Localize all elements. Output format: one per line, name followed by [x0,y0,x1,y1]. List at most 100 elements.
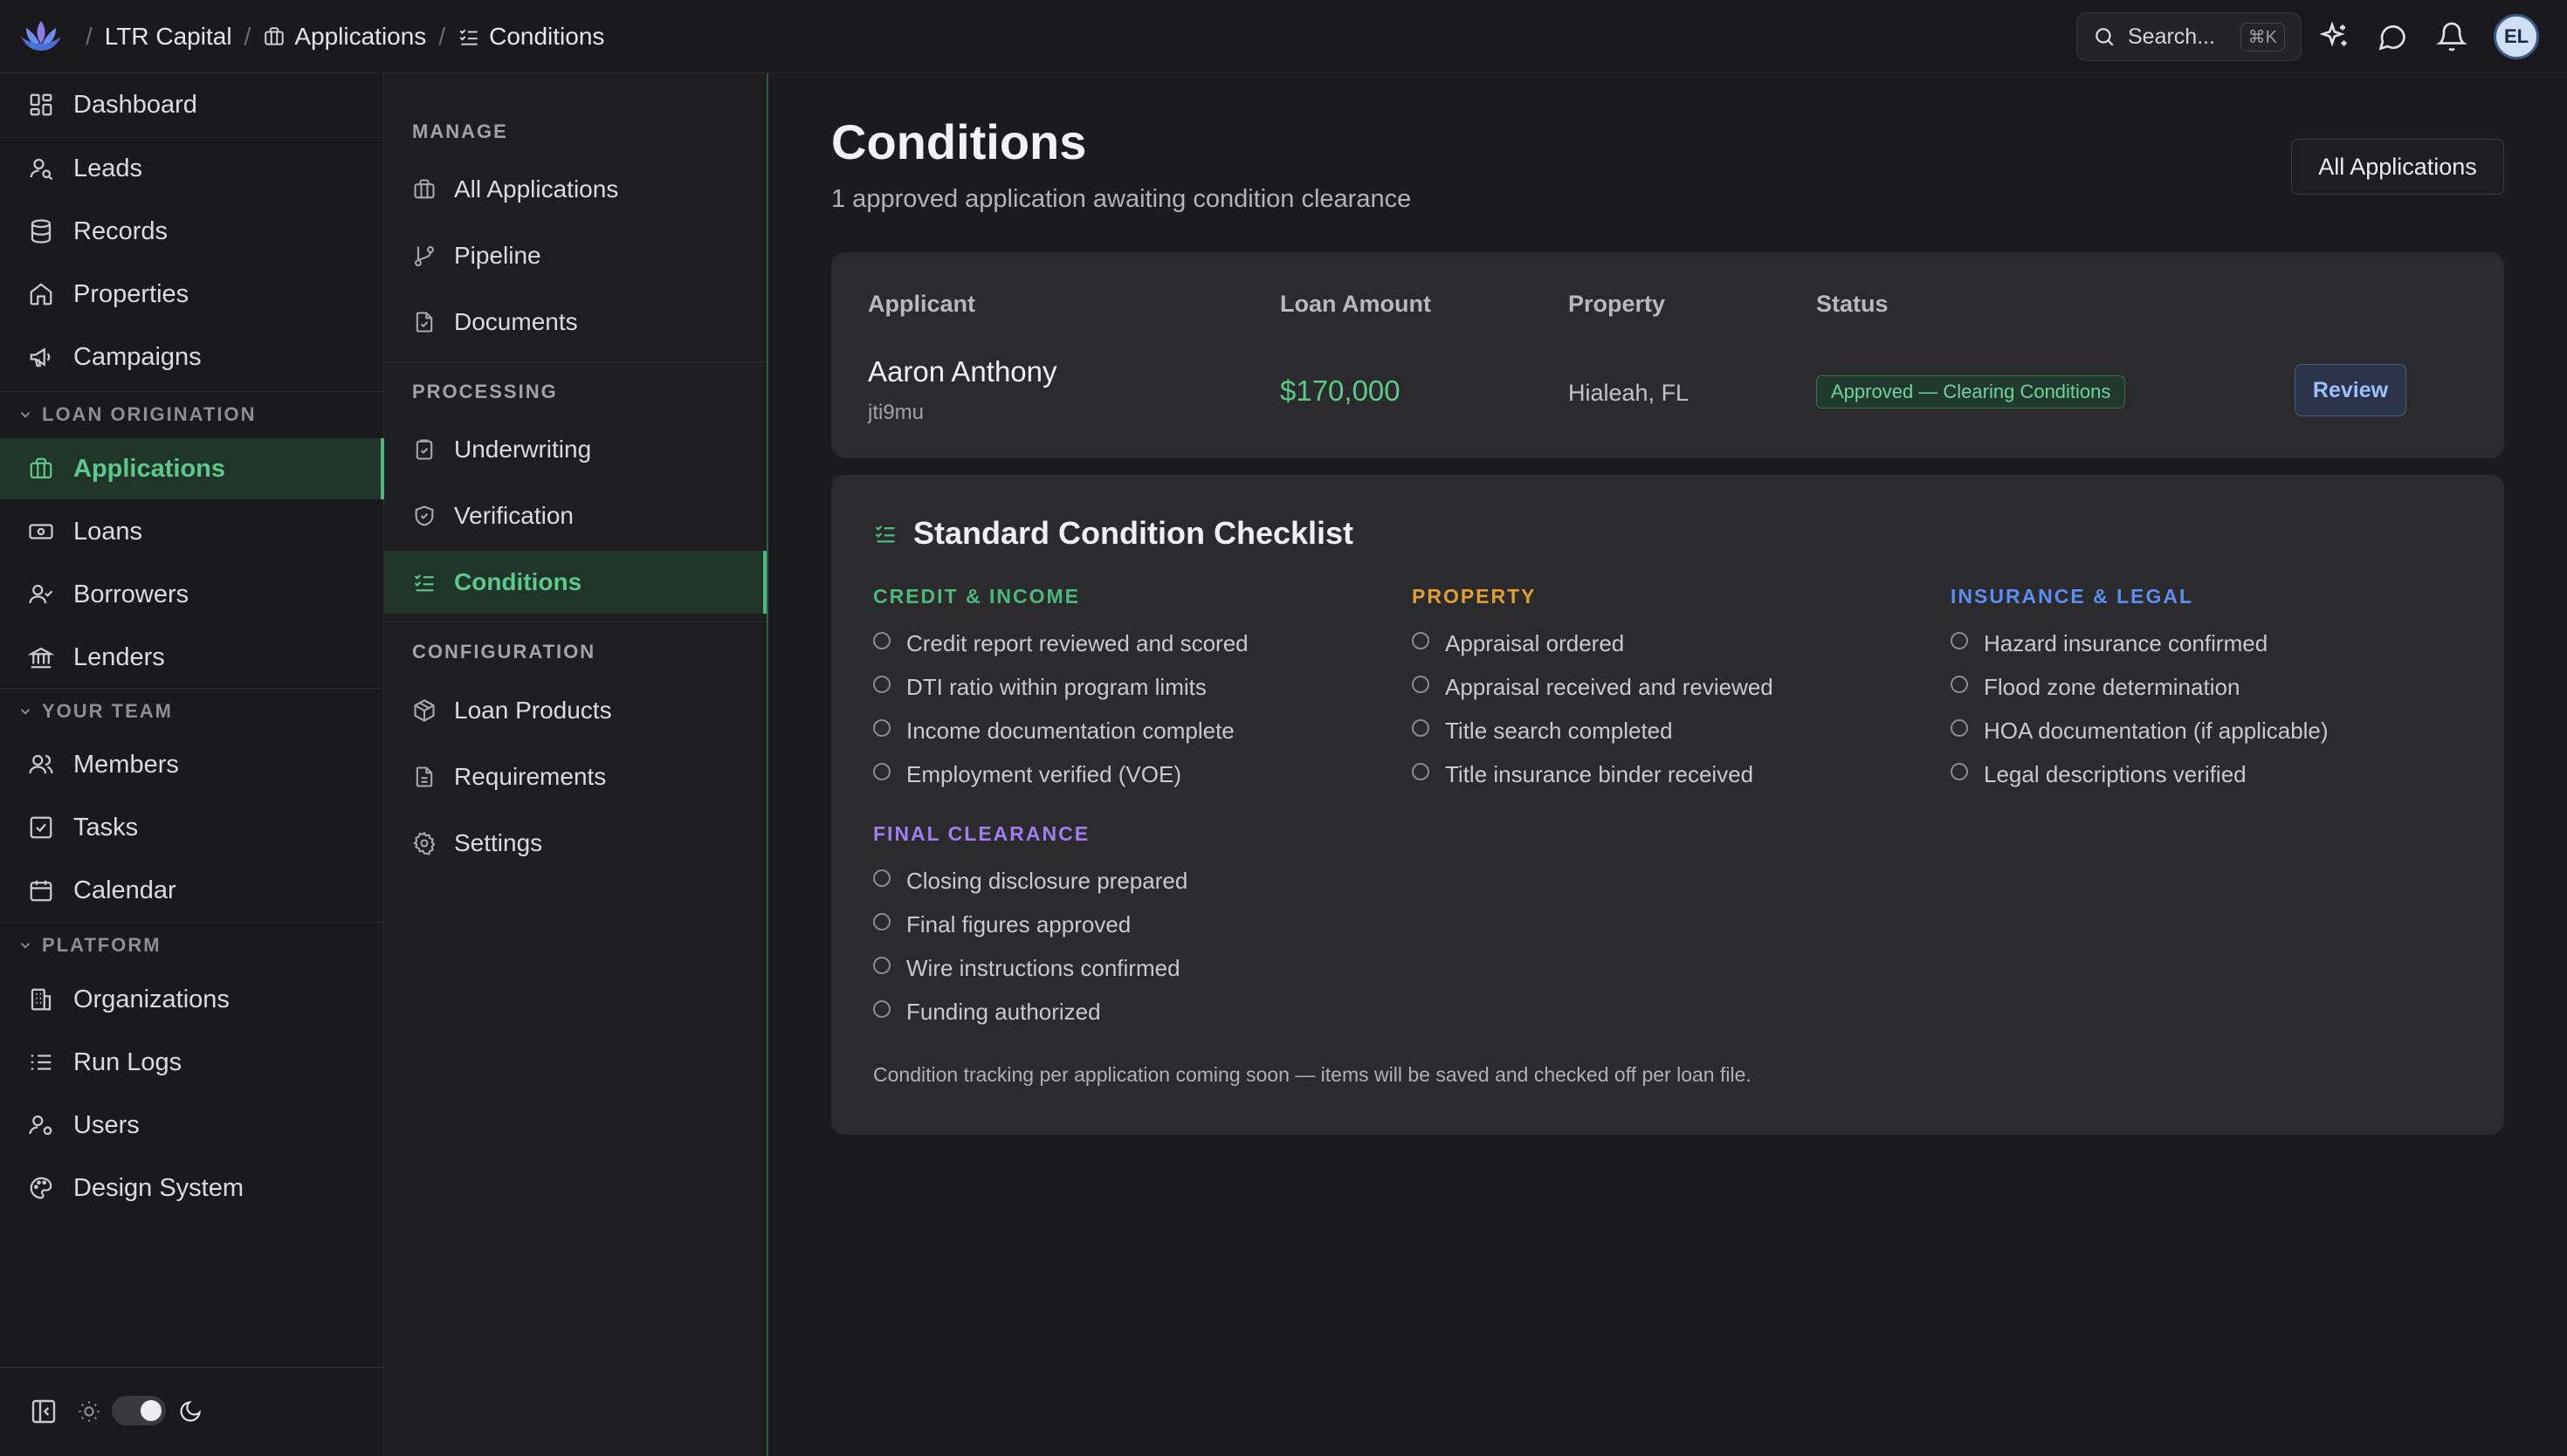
sidebar-section-your-team[interactable]: YOUR TEAM [0,688,384,733]
bank-icon [28,644,54,670]
lotus-logo-icon[interactable] [19,16,63,56]
subnav-item-requirements[interactable]: Requirements [384,745,767,808]
sidebar-item-users[interactable]: Users [0,1095,384,1156]
sidebar-item-label: Loans [73,517,143,546]
sidebar-item-label: Run Logs [73,1047,182,1076]
sidebar-item-calendar[interactable]: Calendar [0,860,384,921]
breadcrumb-org[interactable]: LTR Capital [105,23,232,51]
sidebar-item-properties[interactable]: Properties [0,264,384,325]
checklist-item[interactable]: Wire instructions confirmed [873,955,1180,982]
checklist-item[interactable]: Appraisal ordered [1412,630,1624,657]
radio-unchecked[interactable] [1951,762,1968,780]
sidebar-item-loans[interactable]: Loans [0,501,384,562]
radio-unchecked[interactable] [1951,631,1968,649]
building-icon [28,986,54,1013]
radio-unchecked[interactable] [873,718,891,737]
radio-unchecked[interactable] [873,869,891,887]
review-button[interactable]: Review [2295,364,2406,416]
subnav-item-documents[interactable]: Documents [384,291,767,354]
breadcrumb-applications-label: Applications [294,23,427,50]
sidebar-item-label: Lenders [73,642,165,671]
sidebar-item-members[interactable]: Members [0,734,384,795]
subnav-group-label: PROCESSING [412,381,558,402]
subnav-item-underwriting[interactable]: Underwriting [384,418,767,481]
sidebar-section-platform[interactable]: PLATFORM [0,922,384,967]
radio-unchecked[interactable] [873,762,891,780]
radio-unchecked[interactable] [873,999,891,1018]
radio-unchecked[interactable] [873,956,891,974]
user-avatar[interactable]: EL [2494,14,2539,59]
home-icon [28,281,54,307]
subnav-item-loan-products[interactable]: Loan Products [384,679,767,742]
subnav-item-label: Settings [454,829,543,856]
column-header-property: Property [1568,291,1666,317]
checklist-item[interactable]: Title search completed [1412,718,1673,745]
bell-icon[interactable] [2436,21,2467,52]
sidebar-item-dashboard[interactable]: Dashboard [0,74,384,135]
subnav-item-settings[interactable]: Settings [384,812,767,875]
radio-unchecked[interactable] [873,631,891,649]
subnav-item-pipeline[interactable]: Pipeline [384,224,767,287]
checklist-item[interactable]: Title insurance binder received [1412,761,1753,788]
checklist-item[interactable]: Flood zone determination [1951,674,2240,701]
sidebar-item-campaigns[interactable]: Campaigns [0,326,384,388]
radio-unchecked[interactable] [1412,675,1429,693]
logs-icon [28,1049,54,1075]
sidebar-item-borrowers[interactable]: Borrowers [0,564,384,625]
users-icon [28,752,54,778]
applicant-name[interactable]: Aaron Anthony [868,355,1057,388]
sidebar-item-organizations[interactable]: Organizations [0,969,384,1030]
checklist-item[interactable]: Final figures approved [873,911,1131,938]
package-icon [412,698,437,723]
search-button[interactable]: Search... ⌘K [2076,12,2302,61]
sidebar-item-lenders[interactable]: Lenders [0,627,384,688]
checklist-item[interactable]: DTI ratio within program limits [873,674,1207,701]
radio-unchecked[interactable] [1412,631,1429,649]
gear-icon [412,831,437,855]
subnav-item-verification[interactable]: Verification [384,484,767,547]
chat-icon[interactable] [2377,21,2408,52]
checklist-item[interactable]: Credit report reviewed and scored [873,630,1249,657]
sparkles-icon[interactable] [2319,21,2350,52]
checklist-item[interactable]: Closing disclosure prepared [873,868,1187,895]
checklist-item[interactable]: HOA documentation (if applicable) [1951,718,2329,745]
checklist-item[interactable]: Employment verified (VOE) [873,761,1181,788]
file-text-icon [412,765,437,789]
sidebar-item-label: Calendar [73,876,176,904]
sidebar-section-label: YOUR TEAM [42,699,173,722]
radio-unchecked[interactable] [1412,762,1429,780]
sidebar-item-leads[interactable]: Leads [0,138,384,199]
briefcase-icon [263,25,286,48]
checklist-item[interactable]: Funding authorized [873,999,1101,1026]
radio-unchecked[interactable] [873,912,891,931]
checklist-item-label: Closing disclosure prepared [906,868,1188,894]
applications-table: Applicant Loan Amount Property Status Aa… [831,252,2504,458]
sidebar-item-records[interactable]: Records [0,201,384,262]
radio-unchecked[interactable] [1951,675,1968,693]
sidebar-item-design-system[interactable]: Design System [0,1157,384,1219]
subnav-item-conditions[interactable]: Conditions [384,551,767,614]
subnav-item-label: All Applications [454,175,619,203]
radio-unchecked[interactable] [1412,718,1429,737]
checklist-item[interactable]: Legal descriptions verified [1951,761,2247,788]
top-bar: / LTR Capital / Applications / Condition… [0,0,2567,73]
sidebar-item-applications[interactable]: Applications [0,438,384,499]
sidebar-item-run-logs[interactable]: Run Logs [0,1032,384,1093]
radio-unchecked[interactable] [1951,718,1968,737]
panel-collapse-icon[interactable] [30,1398,58,1425]
checklist-item-label: Appraisal received and reviewed [1445,674,1773,700]
checklist-item[interactable]: Appraisal received and reviewed [1412,674,1773,701]
check-square-icon [28,814,54,841]
sidebar-section-loan-origination[interactable]: LOAN ORIGINATION [0,391,384,436]
subnav-item-all-applications[interactable]: All Applications [384,158,767,221]
sidebar-item-tasks[interactable]: Tasks [0,797,384,858]
checklist-item[interactable]: Income documentation complete [873,718,1235,745]
checklist-item[interactable]: Hazard insurance confirmed [1951,630,2268,657]
breadcrumb-applications[interactable]: Applications [263,23,426,51]
breadcrumb-conditions[interactable]: Conditions [458,23,604,51]
theme-toggle[interactable] [112,1396,166,1425]
all-applications-button[interactable]: All Applications [2291,139,2504,195]
group-title-final-clearance: FINAL CLEARANCE [873,822,1091,845]
sun-icon [77,1399,101,1424]
radio-unchecked[interactable] [873,675,891,693]
